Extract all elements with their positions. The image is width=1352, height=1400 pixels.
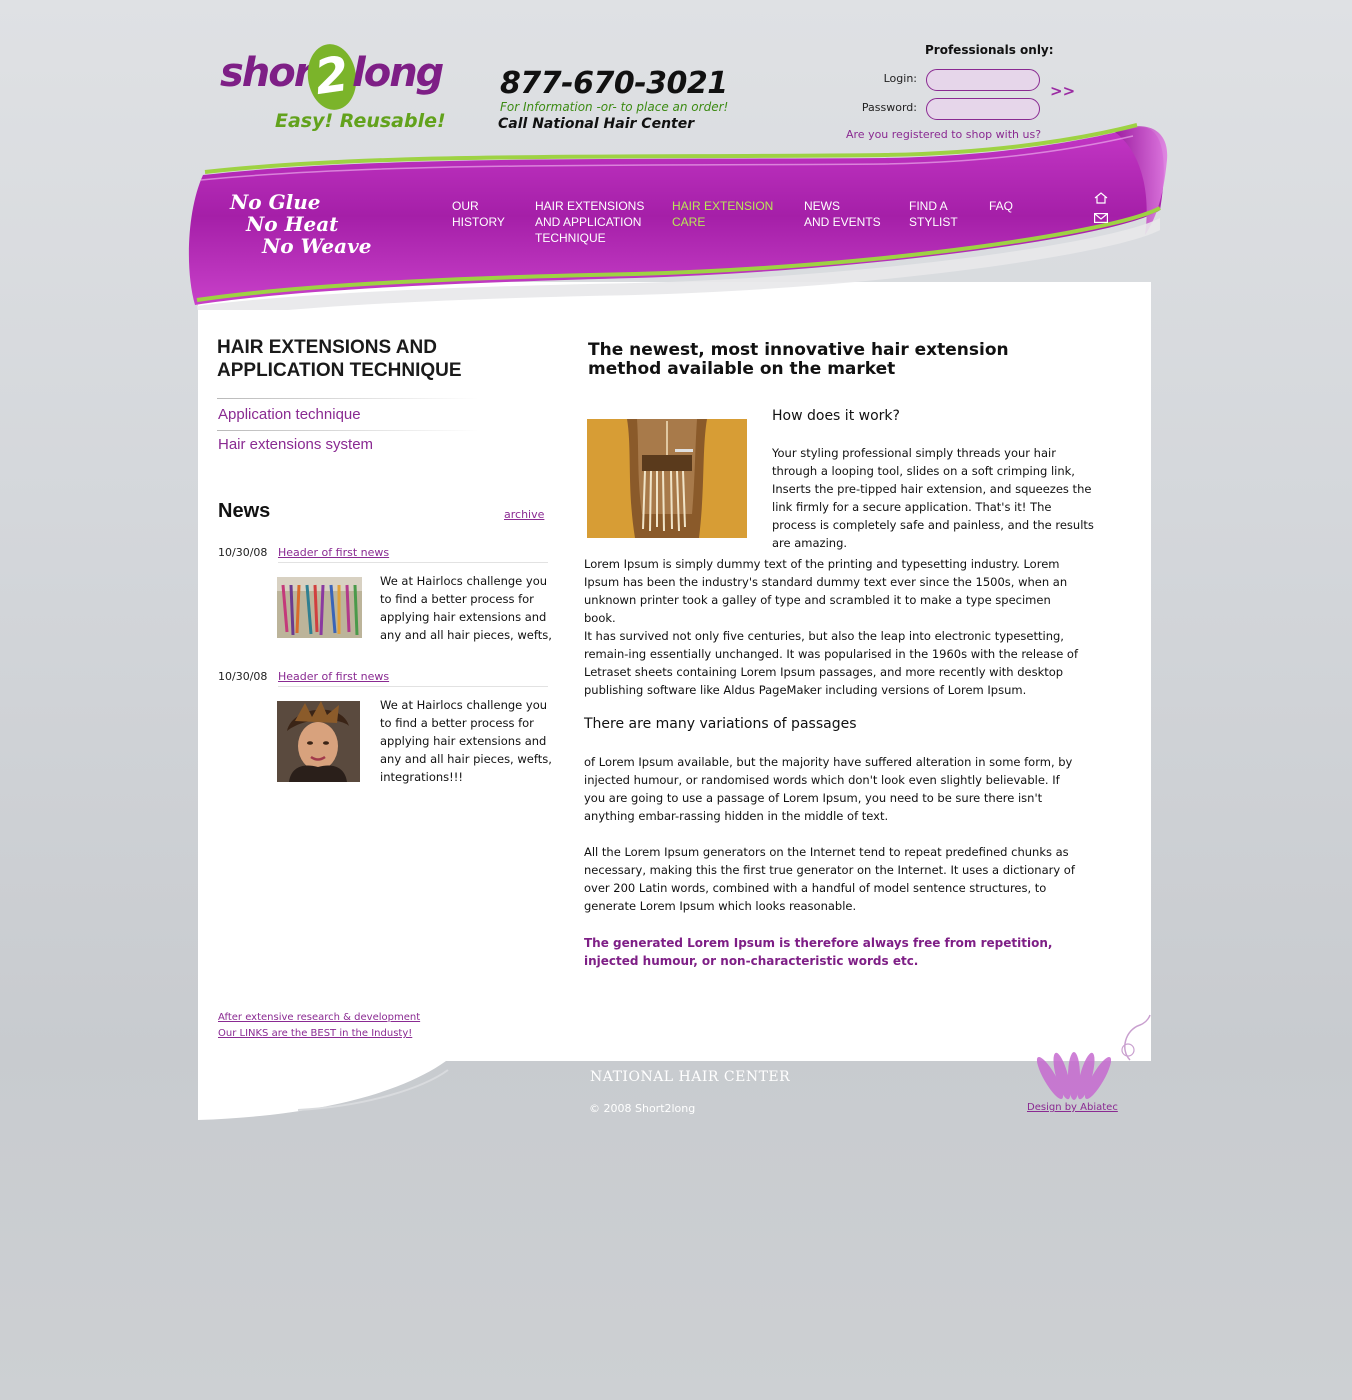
- login-title: Professionals only:: [925, 43, 1054, 57]
- page-curl: [198, 1040, 468, 1120]
- password-label: Password:: [861, 101, 917, 114]
- home-icon[interactable]: [1094, 192, 1108, 204]
- sidebar-divider: [217, 430, 479, 431]
- news-header-link[interactable]: Header of first news: [278, 546, 389, 559]
- news-title: News: [218, 500, 271, 522]
- highlight-text: The generated Lorem Ipsum is therefore a…: [584, 936, 1053, 968]
- main-title: The newest, most innovative hair extensi…: [588, 340, 1009, 379]
- how-it-works-text: Your styling professional simply threads…: [772, 446, 1094, 550]
- news-divider: [278, 562, 548, 563]
- nav-faq[interactable]: FAQ: [989, 198, 1013, 214]
- nav-our-history[interactable]: OUR HISTORY: [452, 198, 505, 230]
- mail-icon[interactable]: [1094, 213, 1109, 225]
- password-input[interactable]: [926, 98, 1040, 120]
- left-footer-link-links[interactable]: Our LINKS are the BEST in the Industy!: [218, 1028, 412, 1039]
- nav-hair-extensions-technique[interactable]: HAIR EXTENSIONS AND APPLICATION TECHNIQU…: [535, 198, 644, 246]
- paragraph-3: of Lorem Ipsum available, but the majori…: [584, 755, 1073, 823]
- national-hair-center-logo: NATIONAL HAIR CENTER: [590, 1069, 791, 1085]
- sidebar-divider: [217, 398, 479, 399]
- page: short 2 long Easy! Reusable! 877-670-302…: [0, 0, 1352, 1400]
- login-input[interactable]: [926, 69, 1040, 91]
- hair-extension-photo[interactable]: [587, 419, 747, 538]
- slogan-line-1: No Glue: [230, 190, 321, 214]
- logo-long: long: [352, 50, 444, 96]
- paragraph-4: All the Lorem Ipsum generators on the In…: [584, 845, 1075, 913]
- nav-hair-extension-care[interactable]: HAIR EXTENSION CARE: [672, 198, 773, 230]
- news-text: We at Hairlocs challenge you to find a b…: [380, 574, 552, 642]
- variations-title: There are many variations of passages: [584, 716, 857, 732]
- paragraph-1: Lorem Ipsum is simply dummy text of the …: [584, 557, 1068, 625]
- sidebar-link-application-technique[interactable]: Application technique: [218, 406, 361, 423]
- news-divider: [278, 686, 548, 687]
- left-footer-link-research[interactable]: After extensive research & development: [218, 1012, 420, 1023]
- news-date: 10/30/08: [218, 546, 268, 559]
- news-image-extensions[interactable]: [277, 577, 362, 638]
- nav-news-and-events[interactable]: NEWS AND EVENTS: [804, 198, 881, 230]
- phone-number: 877-670-3021: [500, 66, 728, 101]
- design-by-link[interactable]: Design by Abiatec: [1027, 1102, 1118, 1113]
- news-header-link[interactable]: Header of first news: [278, 670, 389, 683]
- news-image-portrait[interactable]: [277, 701, 360, 782]
- news-archive-link[interactable]: archive: [504, 508, 544, 521]
- paragraph-2: It has survived not only five centuries,…: [584, 629, 1079, 697]
- sidebar-link-hair-extensions-system[interactable]: Hair extensions system: [218, 436, 373, 453]
- slogan-line-3: No Weave: [262, 234, 372, 258]
- copyright: © 2008 Short2long: [589, 1102, 696, 1115]
- how-it-works-title: How does it work?: [772, 408, 900, 424]
- news-text: We at Hairlocs challenge you to find a b…: [380, 698, 552, 784]
- sidebar-title: HAIR EXTENSIONS AND APPLICATION TECHNIQU…: [217, 337, 462, 381]
- flower-decoration: [1036, 1014, 1151, 1100]
- slogan-line-2: No Heat: [246, 212, 339, 236]
- login-label: Login:: [883, 72, 917, 85]
- nav-find-a-stylist[interactable]: FIND A STYLIST: [909, 198, 958, 230]
- login-submit-button[interactable]: >>: [1050, 82, 1075, 100]
- phone-info: For Information -or- to place an order!: [500, 100, 729, 114]
- news-date: 10/30/08: [218, 670, 268, 683]
